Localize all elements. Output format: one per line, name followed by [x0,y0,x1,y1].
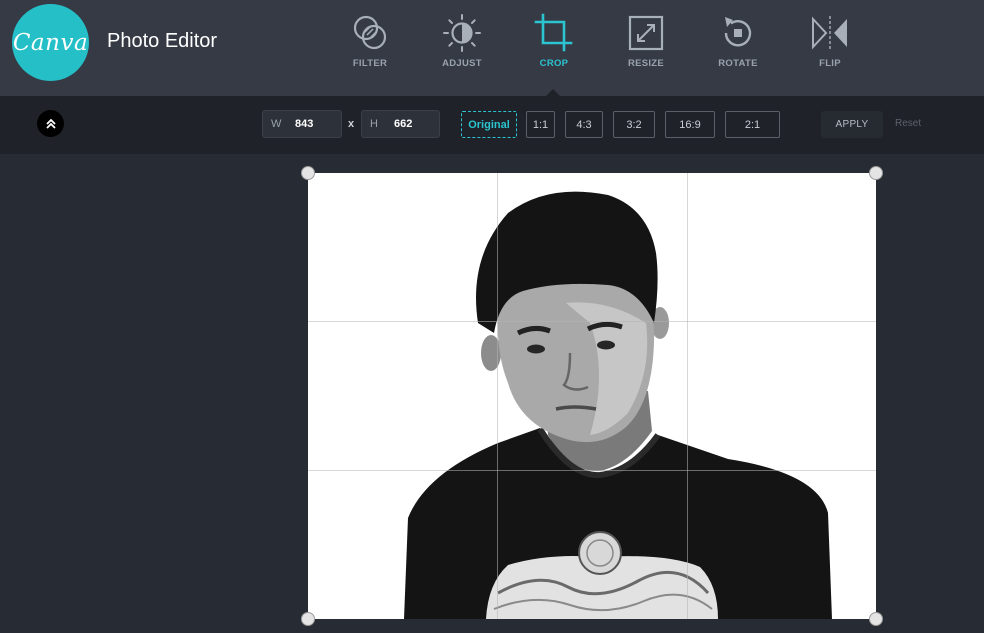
crop-handle-top-left[interactable] [301,166,315,180]
tool-resize[interactable]: RESIZE [611,12,681,72]
ratio-1-1-button[interactable]: 1:1 [526,111,555,138]
ratio-4-3-button[interactable]: 4:3 [565,111,603,138]
tool-rotate[interactable]: ROTATE [703,12,773,72]
ratio-2-1-button[interactable]: 2:1 [725,111,780,138]
crop-handle-top-right[interactable] [869,166,883,180]
crop-grid-line [687,173,688,619]
tool-label: FILTER [352,58,388,69]
crop-handle-bottom-left[interactable] [301,612,315,626]
chevron-double-up-icon [45,118,56,129]
width-label: W [271,118,282,130]
active-tool-indicator [546,89,560,96]
top-header: Canva Photo Editor FILTER ADJUST CROP RE… [0,0,984,96]
collapse-button[interactable] [37,110,64,137]
ratio-16-9-button[interactable]: 16:9 [665,111,715,138]
height-field[interactable]: H 662 [361,110,440,138]
tool-label: ADJUST [442,58,482,69]
canva-logo[interactable]: Canva [12,4,89,81]
tool-filter[interactable]: FILTER [335,12,405,72]
filter-icon [353,15,387,50]
app-title: Photo Editor [107,30,218,52]
tool-label: RESIZE [627,58,665,69]
crop-grid-line [308,470,876,471]
dimension-separator: x [348,118,355,130]
width-value[interactable]: 843 [295,118,313,130]
crop-handle-bottom-right[interactable] [869,612,883,626]
photo-crop-area[interactable] [308,173,876,619]
height-label: H [370,118,378,130]
ratio-3-2-button[interactable]: 3:2 [613,111,655,138]
crop-icon [534,13,573,52]
crop-options-bar: W 843 x H 662 Original 1:1 4:3 3:2 16:9 … [0,96,984,154]
tool-adjust[interactable]: ADJUST [427,12,497,72]
height-value[interactable]: 662 [394,118,412,130]
tool-label: ROTATE [718,58,758,69]
portrait-photo [404,191,832,619]
apply-button[interactable]: APPLY [821,111,883,138]
flip-icon [812,16,847,50]
crop-grid-line [497,173,498,619]
crop-grid-line [308,321,876,322]
resize-icon [628,15,664,51]
tool-crop[interactable]: CROP [519,12,589,72]
width-field[interactable]: W 843 [262,110,342,138]
logo-text: Canva [12,29,89,56]
rotate-icon [724,17,752,47]
ratio-original-button[interactable]: Original [461,111,517,138]
tool-label: FLIP [819,58,841,69]
adjust-icon [443,14,481,52]
tool-flip[interactable]: FLIP [795,12,865,72]
tool-label: CROP [539,58,569,69]
reset-link[interactable]: Reset [895,118,921,129]
